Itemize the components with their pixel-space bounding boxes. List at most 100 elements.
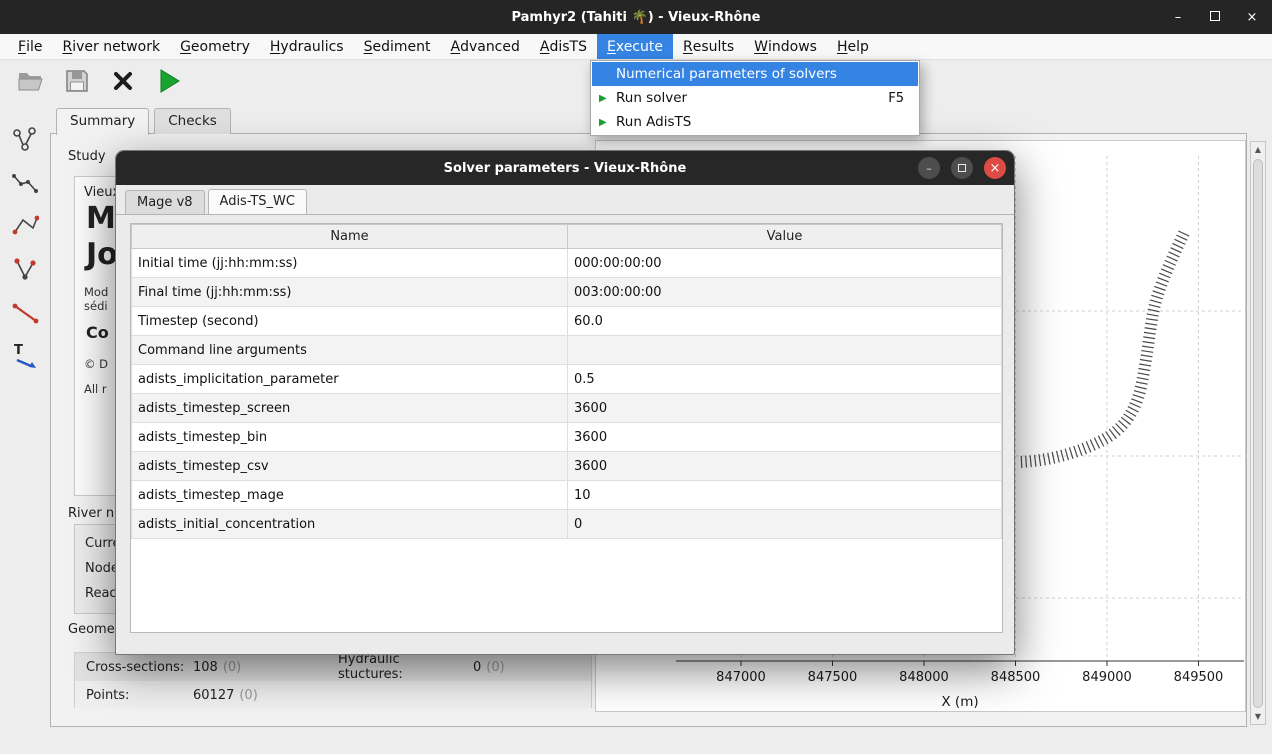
menu-item-label: Run AdisTS (616, 114, 904, 130)
menu-item-numerical-parameters-of-solvers[interactable]: Numerical parameters of solvers (592, 62, 918, 86)
summary-rights: All r (84, 382, 107, 396)
window-maximize-button[interactable] (1207, 10, 1223, 25)
translate-t-arrow-icon: T (11, 341, 39, 369)
window-close-button[interactable]: × (1244, 10, 1260, 25)
run-solver-button[interactable] (152, 62, 186, 100)
param-value-cell[interactable]: 60.0 (568, 307, 1002, 336)
x-tick-label: 847500 (808, 670, 858, 685)
sidebar-button-translate[interactable]: T (9, 339, 41, 371)
dialog-close-button[interactable]: × (984, 157, 1006, 179)
param-name-cell[interactable]: Initial time (jj:hh:mm:ss) (132, 249, 568, 278)
stat-label: Points: (86, 688, 188, 703)
table-row[interactable]: adists_timestep_bin3600 (132, 423, 1002, 452)
close-study-button[interactable] (106, 62, 140, 100)
svg-text:T: T (14, 343, 23, 358)
window-minimize-button[interactable]: – (1170, 10, 1186, 25)
open-study-button[interactable] (14, 62, 48, 100)
scroll-up-icon[interactable]: ▲ (1251, 145, 1265, 154)
param-value-cell[interactable]: 000:00:00:00 (568, 249, 1002, 278)
menubar-item-river-network[interactable]: River network (52, 34, 170, 59)
dialog-tabbar: Mage v8Adis-TS_WC (116, 188, 1014, 215)
param-value-cell[interactable]: 0 (568, 510, 1002, 539)
x-tick-label: 849000 (1082, 670, 1132, 685)
param-name-cell[interactable]: adists_timestep_csv (132, 452, 568, 481)
left-icon-bar: T (8, 124, 42, 371)
param-value-cell[interactable]: 3600 (568, 452, 1002, 481)
menubar-item-adists[interactable]: AdisTS (530, 34, 597, 59)
menubar-item-advanced[interactable]: Advanced (440, 34, 529, 59)
table-row[interactable]: adists_timestep_csv3600 (132, 452, 1002, 481)
x-axis-label: X (m) (941, 694, 978, 710)
table-row[interactable]: Final time (jj:hh:mm:ss)003:00:00:00 (132, 278, 1002, 307)
param-value-cell[interactable]: 10 (568, 481, 1002, 510)
menu-item-run-solver[interactable]: ▶Run solverF5 (592, 86, 918, 110)
menubar-item-sediment[interactable]: Sediment (354, 34, 441, 59)
menu-item-label: Numerical parameters of solvers (616, 66, 904, 82)
sidebar-button-reaches[interactable] (9, 253, 41, 285)
table-row[interactable]: adists_timestep_mage10 (132, 481, 1002, 510)
dialog-maximize-button[interactable] (951, 157, 973, 179)
vertical-scrollbar[interactable]: ▲ ▼ (1250, 141, 1266, 725)
menubar-item-windows[interactable]: Windows (744, 34, 827, 59)
sidebar-button-nodes[interactable] (9, 210, 41, 242)
param-value-cell[interactable]: 3600 (568, 423, 1002, 452)
column-header-name[interactable]: Name (132, 225, 568, 249)
stat-extra: (0) (223, 660, 241, 675)
menubar-item-results[interactable]: Results (673, 34, 744, 59)
dialog-tab-mage-v8[interactable]: Mage v8 (125, 190, 205, 214)
param-name-cell[interactable]: adists_timestep_screen (132, 394, 568, 423)
param-name-cell[interactable]: adists_timestep_bin (132, 423, 568, 452)
tab-summary[interactable]: Summary (56, 108, 149, 135)
stat-label: Cross-sections: (86, 660, 188, 675)
column-header-value[interactable]: Value (568, 225, 1002, 249)
param-name-cell[interactable]: adists_initial_concentration (132, 510, 568, 539)
stat-value: 60127 (193, 688, 234, 703)
tab-checks[interactable]: Checks (154, 108, 231, 134)
summary-desc-line2: sédi (84, 299, 108, 313)
param-value-cell[interactable]: 0.5 (568, 365, 1002, 394)
table-row[interactable]: Initial time (jj:hh:mm:ss)000:00:00:00 (132, 249, 1002, 278)
param-value-cell[interactable] (568, 336, 1002, 365)
menubar-item-hydraulics[interactable]: Hydraulics (260, 34, 354, 59)
menubar-item-execute[interactable]: Execute (597, 34, 673, 59)
param-name-cell[interactable]: Final time (jj:hh:mm:ss) (132, 278, 568, 307)
x-tick-label: 849500 (1174, 670, 1224, 685)
table-row[interactable]: Command line arguments (132, 336, 1002, 365)
river-network-group-label: River n (68, 506, 114, 521)
study-group-label: Study (68, 149, 106, 164)
sidebar-button-cross-section[interactable] (9, 167, 41, 199)
param-name-cell[interactable]: Command line arguments (132, 336, 568, 365)
param-name-cell[interactable]: Timestep (second) (132, 307, 568, 336)
table-row[interactable]: adists_initial_concentration0 (132, 510, 1002, 539)
param-name-cell[interactable]: adists_implicitation_parameter (132, 365, 568, 394)
menu-item-label: Run solver (616, 90, 888, 106)
dialog-tab-adis-ts-wc[interactable]: Adis-TS_WC (208, 189, 307, 214)
parameters-table-area: NameValue Initial time (jj:hh:mm:ss)000:… (130, 223, 1003, 633)
param-value-cell[interactable]: 003:00:00:00 (568, 278, 1002, 307)
menubar-item-help[interactable]: Help (827, 34, 879, 59)
summary-subheading: Co (86, 323, 109, 342)
solver-parameters-dialog: Solver parameters - Vieux-Rhône – × Mage… (115, 150, 1015, 655)
save-study-button[interactable] (60, 62, 94, 100)
window-controls: – × (1170, 0, 1260, 34)
table-row[interactable]: Timestep (second)60.0 (132, 307, 1002, 336)
sidebar-button-slope[interactable] (9, 296, 41, 328)
stat-value: 0 (473, 660, 481, 675)
param-value-cell[interactable]: 3600 (568, 394, 1002, 423)
stat-extra: (0) (486, 660, 504, 675)
param-name-cell[interactable]: adists_timestep_mage (132, 481, 568, 510)
table-row[interactable]: adists_timestep_screen3600 (132, 394, 1002, 423)
menubar-item-file[interactable]: File (8, 34, 52, 59)
table-row[interactable]: adists_implicitation_parameter0.5 (132, 365, 1002, 394)
dialog-title: Solver parameters - Vieux-Rhône (116, 151, 1014, 185)
menubar-item-geometry[interactable]: Geometry (170, 34, 260, 59)
stats-row: Cross-sections: 108 (0) Hydraulic stuctu… (75, 653, 591, 681)
scrollbar-thumb[interactable] (1253, 159, 1263, 708)
menu-item-run-adists[interactable]: ▶Run AdisTS (592, 110, 918, 134)
dialog-minimize-button[interactable]: – (918, 157, 940, 179)
x-tick-label: 848000 (899, 670, 949, 685)
maximize-icon (1210, 11, 1220, 21)
sidebar-button-river-network[interactable] (9, 124, 41, 156)
dialog-controls: – × (918, 157, 1006, 179)
scroll-down-icon[interactable]: ▼ (1251, 712, 1265, 721)
